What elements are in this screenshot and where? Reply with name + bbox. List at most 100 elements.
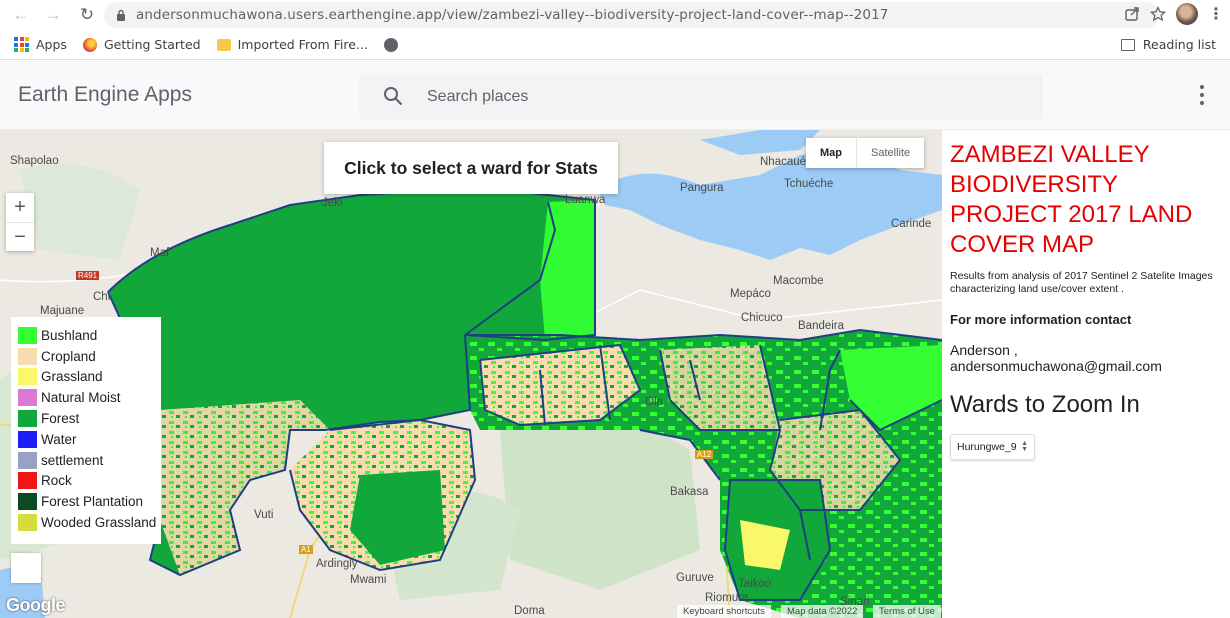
legend-item: Rock [18,471,161,492]
back-icon[interactable]: ← [8,2,34,28]
legend-label: Rock [41,473,72,489]
road-badge: R491 [76,271,100,280]
app-header: Earth Engine Apps [0,61,1230,130]
place-label: Riomura [705,592,749,604]
place-label: Vuti [254,509,274,521]
legend-label: Water [41,431,77,447]
legend-swatch [18,410,37,428]
legend-label: settlement [41,452,104,468]
land-cover-legend: Bushland Cropland Grassland Natural Moist Fo… [11,317,161,544]
place-label: Luanwa [565,194,606,206]
bookmark-label: Getting Started [103,37,201,52]
panel-title: ZAMBEZI VALLEY BIODIVERSITY PROJECT 2017… [950,141,1193,258]
bookmark-getting-started[interactable]: Getting Started [82,37,201,52]
legend-swatch [18,472,37,490]
legend-swatch [18,347,37,365]
url-text: andersonmuchawona.users.earthengine.app/… [136,7,889,23]
globe-icon [383,37,398,52]
browser-menu-icon[interactable]: ⋮ [1208,4,1224,24]
zoom-in-button[interactable]: + [6,193,34,222]
place-label: Guruve [676,572,714,584]
place-label: Macombe [773,275,824,287]
legend-item: Water [18,429,161,450]
search-input[interactable] [427,83,1007,110]
place-label: Tchuéche [784,178,834,190]
place-label: Chicuco [741,312,783,324]
ward-select[interactable]: Hurungwe_9 ▲ ▼ [950,434,1035,460]
map-type-control: Map Satellite [806,138,925,168]
google-logo: Google [6,595,66,615]
legend-swatch [18,368,37,386]
legend-swatch [18,326,37,344]
legend-item: Bushland [18,325,161,346]
bookmark-label: Imported From Fire... [237,37,368,52]
place-label: Ardingly [316,558,358,570]
place-label: Mwami [350,574,387,586]
place-label: Ola [645,396,663,408]
map-toggle-button[interactable] [11,553,41,583]
legend-label: Forest Plantation [41,494,144,510]
search-box[interactable] [359,73,1043,120]
place-label: Carinde [891,218,932,230]
profile-avatar[interactable] [1176,3,1198,25]
place-label: Bandeira [798,320,845,332]
legend-label: Forest [41,411,80,427]
forward-icon[interactable]: → [40,2,66,28]
browser-toolbar: ← → ↻ andersonmuchawona.users.earthengin… [0,0,1230,30]
reading-list-icon [1120,38,1135,51]
more-options-icon[interactable] [1196,85,1208,105]
legend-item: Forest [18,408,161,429]
map-canvas[interactable]: Shapolao Nhacaué Pangura Tchuéche Carind… [0,130,942,618]
legend-item: Cropland [18,346,161,367]
legend-item: Natural Moist [18,387,161,408]
star-icon[interactable] [1150,6,1166,22]
bookmark-globe[interactable] [383,37,405,52]
legend-swatch [18,430,37,448]
place-label: Bakasa [670,486,709,498]
bookmarks-bar: Apps Getting Started Imported From Fire.… [0,30,1230,60]
legend-swatch [18,389,37,407]
legend-item: Grassland [18,367,161,388]
place-label: Chi [93,291,111,303]
place-label: Mepáco [730,288,771,300]
legend-swatch [18,451,37,469]
wards-heading: Wards to Zoom In [950,391,1140,418]
reading-list-button[interactable]: Reading list [1120,37,1216,52]
legend-swatch [18,514,37,532]
select-arrows-icon: ▲ ▼ [1021,440,1028,453]
app-name[interactable]: Earth Engine Apps [18,83,192,107]
legend-item: Forest Plantation [18,491,161,512]
road-badge: A1 [299,545,313,554]
legend-label: Natural Moist [41,390,121,406]
place-label: Majuane [40,305,85,317]
terms-of-use-link[interactable]: Terms of Use [873,605,941,618]
legend-label: Bushland [41,327,98,343]
bookmark-apps[interactable]: Apps [14,37,67,52]
reading-list-label: Reading list [1142,37,1216,52]
search-icon [384,87,403,106]
place-label: Nhacaué [760,156,807,168]
contact-heading: For more information contact [950,312,1132,327]
share-icon[interactable] [1124,6,1140,22]
place-label: Taikoo [738,578,772,590]
apps-grid-icon [14,37,29,52]
map-type-satellite-button[interactable]: Satellite [856,138,924,168]
address-bar[interactable]: andersonmuchawona.users.earthengine.app/… [104,2,1159,28]
firefox-icon [82,37,97,52]
legend-swatch [18,493,37,511]
bookmark-imported[interactable]: Imported From Fire... [216,37,368,52]
place-label: Doma [514,605,545,617]
legend-item: Wooded Grassland [18,512,161,533]
select-ward-prompt: Click to select a ward for Stats [324,142,618,194]
lock-icon [117,9,125,21]
keyboard-shortcuts-link[interactable]: Keyboard shortcuts [677,605,771,618]
reload-icon[interactable]: ↻ [74,2,100,28]
zoom-out-button[interactable]: − [6,222,34,251]
place-label: Maf [150,247,170,259]
bookmark-label: Apps [36,37,67,52]
map-data-attribution: Map data ©2022 [781,605,864,618]
info-panel: ZAMBEZI VALLEY BIODIVERSITY PROJECT 2017… [942,130,1230,618]
zoom-control: + − [6,193,34,251]
legend-label: Grassland [41,369,103,385]
map-type-map-button[interactable]: Map [806,138,856,168]
